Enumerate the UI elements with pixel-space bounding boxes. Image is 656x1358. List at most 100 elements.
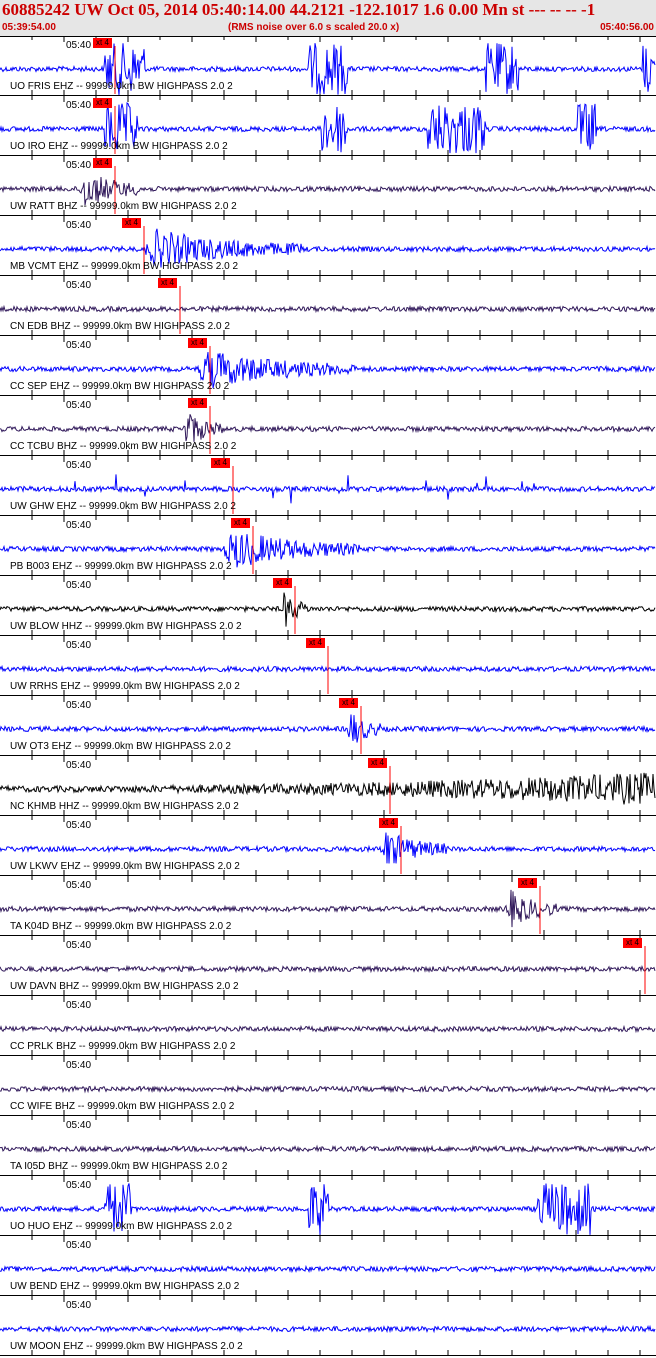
waveform-line (0, 964, 656, 974)
station-label: MB VCMT EHZ -- 99999.0km BW HIGHPASS 2.0… (10, 261, 239, 272)
station-label: TA K04D BHZ -- 99999.0km BW HIGHPASS 2.0… (10, 921, 232, 932)
trace-panel: 05:40 xt 4 NC KHMB HHZ -- 99999.0km BW HIG… (0, 756, 656, 816)
pick-tag: xt 4 (306, 638, 325, 648)
trace-panel: 05:40 TA I05D BHZ -- 99999.0km BW HIGHPAS… (0, 1116, 656, 1176)
time-label: 05:40 (66, 220, 92, 231)
time-label: 05:40 (66, 160, 92, 171)
time-label: 05:40 (66, 340, 92, 351)
station-label: CC SEP EHZ -- 99999.0km BW HIGHPASS 2.0 … (10, 381, 230, 392)
trace-panel: 05:40 xt 4 UW GHW EHZ -- 99999.0km BW HIGH… (0, 456, 656, 516)
trace-panel: 05:40 xt 4 UW BLOW HHZ -- 99999.0km BW HIG… (0, 576, 656, 636)
time-label: 05:40 (66, 1300, 92, 1311)
time-label: 05:40 (66, 280, 92, 291)
pick-tag: xt 4 (518, 878, 537, 888)
pick-tag: xt 4 (623, 938, 642, 948)
waveform-line (0, 1084, 656, 1094)
time-label: 05:40 (66, 1060, 92, 1071)
station-label: UO HUO EHZ -- 99999.0km BW HIGHPASS 2.0 … (10, 1221, 233, 1232)
station-label: CN EDB BHZ -- 99999.0km BW HIGHPASS 2.0 … (10, 321, 230, 332)
trace-panel: 05:40 xt 4 UW RRHS EHZ -- 99999.0km BW HIG… (0, 636, 656, 696)
waveform-line (0, 1024, 656, 1034)
trace-panel: 05:40 xt 4 UW LKWV EHZ -- 99999.0km BW HIG… (0, 816, 656, 876)
station-label: UO IRO EHZ -- 99999.0km BW HIGHPASS 2.0 … (10, 141, 228, 152)
station-label: CC TCBU BHZ -- 99999.0km BW HIGHPASS 2.0… (10, 441, 237, 452)
trace-panel: 05:40 xt 4 UO FRIS EHZ -- 99999.0km BW HIG… (0, 36, 656, 96)
trace-panel: 05:40 xt 4 UO IRO EHZ -- 99999.0km BW HIGH… (0, 96, 656, 156)
plot-header: 60885242 UW Oct 05, 2014 05:40:14.00 44.… (0, 0, 656, 37)
time-label: 05:40 (66, 880, 92, 891)
station-label: UW BLOW HHZ -- 99999.0km BW HIGHPASS 2.0… (10, 621, 242, 632)
time-label: 05:40 (66, 40, 92, 51)
waveform-line (0, 414, 656, 442)
trace-panel: 05:40 UW MOON EHZ -- 99999.0km BW HIGHPAS… (0, 1296, 656, 1356)
pick-tag: xt 4 (122, 218, 141, 228)
waveform-line (0, 714, 656, 743)
trace-panel: 05:40 xt 4 UW OT3 EHZ -- 99999.0km BW HIGH… (0, 696, 656, 756)
trace-panels: 05:40 xt 4 UO FRIS EHZ -- 99999.0km BW HIG… (0, 36, 656, 1358)
trace-panel: 05:40 xt 4 TA K04D BHZ -- 99999.0km BW HIG… (0, 876, 656, 936)
station-label: NC KHMB HHZ -- 99999.0km BW HIGHPASS 2.0… (10, 801, 239, 812)
station-label: UW GHW EHZ -- 99999.0km BW HIGHPASS 2.0 … (10, 501, 236, 512)
time-label: 05:40 (66, 760, 92, 771)
station-label: PB B003 EHZ -- 99999.0km BW HIGHPASS 2.0… (10, 561, 232, 572)
trace-panel: 05:40 CC PRLK BHZ -- 99999.0km BW HIGHPAS… (0, 996, 656, 1056)
trace-panel: 05:40 xt 4 CC SEP EHZ -- 99999.0km BW HIGH… (0, 336, 656, 396)
time-label: 05:40 (66, 520, 92, 531)
station-label: CC PRLK BHZ -- 99999.0km BW HIGHPASS 2.0… (10, 1041, 236, 1052)
pick-tag: xt 4 (93, 38, 112, 48)
scaling-note: (RMS noise over 6.0 s scaled 20.0 x) (228, 22, 400, 33)
pick-tag: xt 4 (188, 398, 207, 408)
time-label: 05:40 (66, 580, 92, 591)
waveform-line (0, 772, 656, 805)
station-label: UW BEND EHZ -- 99999.0km BW HIGHPASS 2.0… (10, 1281, 240, 1292)
pick-tag: xt 4 (273, 578, 292, 588)
start-time: 05:39:54.00 (2, 22, 56, 33)
trace-panel: 05:40 xt 4 PB B003 EHZ -- 99999.0km BW HIG… (0, 516, 656, 576)
station-label: UW LKWV EHZ -- 99999.0km BW HIGHPASS 2.0… (10, 861, 240, 872)
waveform-line (0, 304, 656, 314)
trace-panel: 05:40 UO HUO EHZ -- 99999.0km BW HIGHPASS… (0, 1176, 656, 1236)
end-time: 05:40:56.00 (600, 22, 654, 33)
trace-panel: 05:40 xt 4 CC TCBU BHZ -- 99999.0km BW HIG… (0, 396, 656, 456)
waveform-line (0, 832, 656, 864)
pick-tag: xt 4 (158, 278, 177, 288)
event-title: 60885242 UW Oct 05, 2014 05:40:14.00 44.… (2, 0, 596, 19)
pick-tag: xt 4 (188, 338, 207, 348)
time-label: 05:40 (66, 940, 92, 951)
trace-panel: 05:40 xt 4 CN EDB BHZ -- 99999.0km BW HIGH… (0, 276, 656, 336)
time-label: 05:40 (66, 640, 92, 651)
station-label: CC WIFE BHZ -- 99999.0km BW HIGHPASS 2.0… (10, 1101, 235, 1112)
station-label: UW DAVN BHZ -- 99999.0km BW HIGHPASS 2.0… (10, 981, 239, 992)
trace-panel: 05:40 xt 4 MB VCMT EHZ -- 99999.0km BW HIG… (0, 216, 656, 276)
time-label: 05:40 (66, 1000, 92, 1011)
time-label: 05:40 (66, 460, 92, 471)
trace-panel: 05:40 CC WIFE BHZ -- 99999.0km BW HIGHPAS… (0, 1056, 656, 1116)
station-label: UO FRIS EHZ -- 99999.0km BW HIGHPASS 2.0… (10, 81, 233, 92)
trace-panel: 05:40 xt 4 UW RATT BHZ -- 99999.0km BW HIG… (0, 156, 656, 216)
waveform-line (0, 474, 656, 504)
station-label: UW MOON EHZ -- 99999.0km BW HIGHPASS 2.0… (10, 1341, 243, 1352)
waveform-line (0, 1144, 656, 1154)
time-label: 05:40 (66, 1120, 92, 1131)
trace-panel: 05:40 UW BEND EHZ -- 99999.0km BW HIGHPAS… (0, 1236, 656, 1296)
pick-tag: xt 4 (339, 698, 358, 708)
time-label: 05:40 (66, 1240, 92, 1251)
waveform-line (0, 1264, 656, 1274)
trace-panel: 05:40 xt 4 UW DAVN BHZ -- 99999.0km BW HIG… (0, 936, 656, 996)
pick-tag: xt 4 (379, 818, 398, 828)
pick-tag: xt 4 (231, 518, 250, 528)
pick-tag: xt 4 (93, 158, 112, 168)
pick-tag: xt 4 (211, 458, 230, 468)
station-label: UW OT3 EHZ -- 99999.0km BW HIGHPASS 2.0 … (10, 741, 231, 752)
time-label: 05:40 (66, 700, 92, 711)
pick-tag: xt 4 (93, 98, 112, 108)
time-label: 05:40 (66, 400, 92, 411)
station-label: UW RATT BHZ -- 99999.0km BW HIGHPASS 2.0… (10, 201, 237, 212)
waveform-line (0, 1324, 656, 1334)
time-label: 05:40 (66, 820, 92, 831)
pick-tag: xt 4 (368, 758, 387, 768)
station-label: UW RRHS EHZ -- 99999.0km BW HIGHPASS 2.0… (10, 681, 240, 692)
time-label: 05:40 (66, 1180, 92, 1191)
station-label: TA I05D BHZ -- 99999.0km BW HIGHPASS 2.0… (10, 1161, 228, 1172)
time-label: 05:40 (66, 100, 92, 111)
